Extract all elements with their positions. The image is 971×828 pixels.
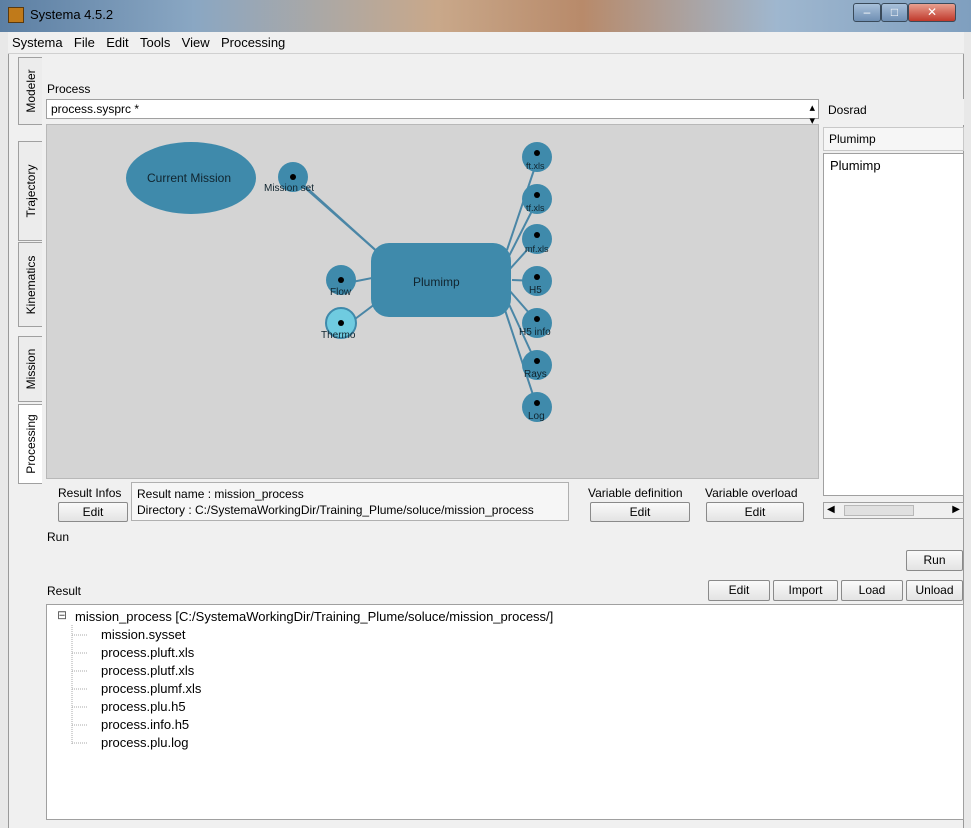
result-name-text: Result name : mission_process [137, 487, 304, 501]
result-directory-text: Directory : C:/SystemaWorkingDir/Trainin… [137, 503, 534, 517]
thermo-label: Thermo [321, 330, 356, 341]
variable-overload-label: Variable overload [705, 486, 798, 500]
current-mission-label: Current Mission [147, 171, 232, 185]
result-edit-button[interactable]: Edit [708, 580, 770, 601]
result-tree[interactable]: ⊟ mission_process [C:/SystemaWorkingDir/… [46, 604, 964, 820]
tab-modeler-label: Modeler [23, 69, 38, 113]
menu-tools[interactable]: Tools [136, 32, 174, 50]
mission-set-label: Mission set [264, 183, 315, 194]
horizontal-scrollbar[interactable]: ◀ ▶ [823, 502, 964, 519]
menu-processing[interactable]: Processing [217, 32, 289, 50]
title-bar [0, 0, 971, 32]
tree-root[interactable]: mission_process [C:/SystemaWorkingDir/Tr… [75, 609, 553, 624]
tab-processing-label: Processing [23, 414, 38, 474]
tree-item[interactable]: process.info.h5 [101, 717, 189, 732]
tab-mission[interactable]: Mission [18, 336, 42, 402]
tf-xls-label: tf.xls [526, 203, 545, 213]
h5-info-label: H5 info [519, 327, 551, 338]
window-title: Systema 4.5.2 [30, 7, 114, 22]
scroll-left-icon[interactable]: ◀ [827, 504, 835, 515]
result-infos-edit-button[interactable]: Edit [58, 502, 128, 522]
maximize-button[interactable]: □ [881, 3, 908, 22]
menu-bar: Systema File Edit Tools View Processing [8, 32, 964, 54]
app-icon [8, 7, 24, 23]
tree-lines [71, 625, 87, 745]
log-label: Log [528, 411, 545, 422]
close-button[interactable]: ✕ [908, 3, 956, 22]
tree-item[interactable]: process.plutf.xls [101, 663, 194, 678]
result-import-button[interactable]: Import [773, 580, 838, 601]
rays-label: Rays [524, 369, 547, 380]
tab-processing[interactable]: Processing [18, 404, 42, 484]
right-list-item[interactable]: Plumimp [824, 154, 963, 177]
right-item-dosrad[interactable]: Dosrad [823, 99, 964, 125]
process-graph-canvas[interactable]: Current Mission Mission set Plumimp Flow… [46, 124, 819, 479]
right-item-plumimp[interactable]: Plumimp [823, 127, 964, 151]
scroll-right-icon[interactable]: ▶ [952, 504, 960, 515]
flow-label: Flow [330, 287, 352, 298]
mf-xls-label: mf.xls [525, 244, 549, 254]
variable-overload-edit-button[interactable]: Edit [706, 502, 804, 522]
tab-kinematics[interactable]: Kinematics [18, 242, 42, 327]
result-label: Result [47, 584, 82, 598]
result-infos-box: Result name : mission_process Directory … [131, 482, 569, 521]
process-select[interactable]: process.sysprc * ▴ ▾ [46, 99, 819, 127]
tree-item[interactable]: process.pluft.xls [101, 645, 194, 660]
scrollbar-thumb[interactable] [844, 505, 914, 516]
result-load-button[interactable]: Load [841, 580, 903, 601]
minimize-button[interactable]: ‒ [853, 3, 881, 22]
process-select-value: process.sysprc * [51, 102, 140, 116]
h5-label: H5 [529, 285, 542, 296]
run-label: Run [47, 530, 70, 544]
variable-definition-label: Variable definition [588, 486, 683, 500]
tab-trajectory[interactable]: Trajectory [18, 141, 42, 241]
process-label: Process [47, 82, 91, 96]
variable-definition-edit-button[interactable]: Edit [590, 502, 690, 522]
menu-view[interactable]: View [178, 32, 214, 50]
menu-edit[interactable]: Edit [102, 32, 132, 50]
menu-file[interactable]: File [70, 32, 99, 50]
result-infos-label: Result Infos [58, 486, 122, 500]
tree-item[interactable]: process.plu.h5 [101, 699, 186, 714]
tree-item[interactable]: process.plumf.xls [101, 681, 201, 696]
tab-kinematics-label: Kinematics [23, 255, 38, 314]
tab-modeler[interactable]: Modeler [18, 57, 42, 125]
collapse-icon[interactable]: ⊟ [57, 608, 67, 622]
right-list: Plumimp [823, 153, 964, 496]
tree-item[interactable]: process.plu.log [101, 735, 188, 750]
result-unload-button[interactable]: Unload [906, 580, 963, 601]
tab-trajectory-label: Trajectory [23, 164, 38, 218]
run-button[interactable]: Run [906, 550, 963, 571]
menu-systema[interactable]: Systema [8, 32, 67, 50]
tree-item[interactable]: mission.sysset [101, 627, 186, 642]
plumimp-label: Plumimp [413, 275, 460, 289]
ft-xls-label: ft.xls [526, 161, 545, 171]
tab-mission-label: Mission [23, 348, 38, 390]
